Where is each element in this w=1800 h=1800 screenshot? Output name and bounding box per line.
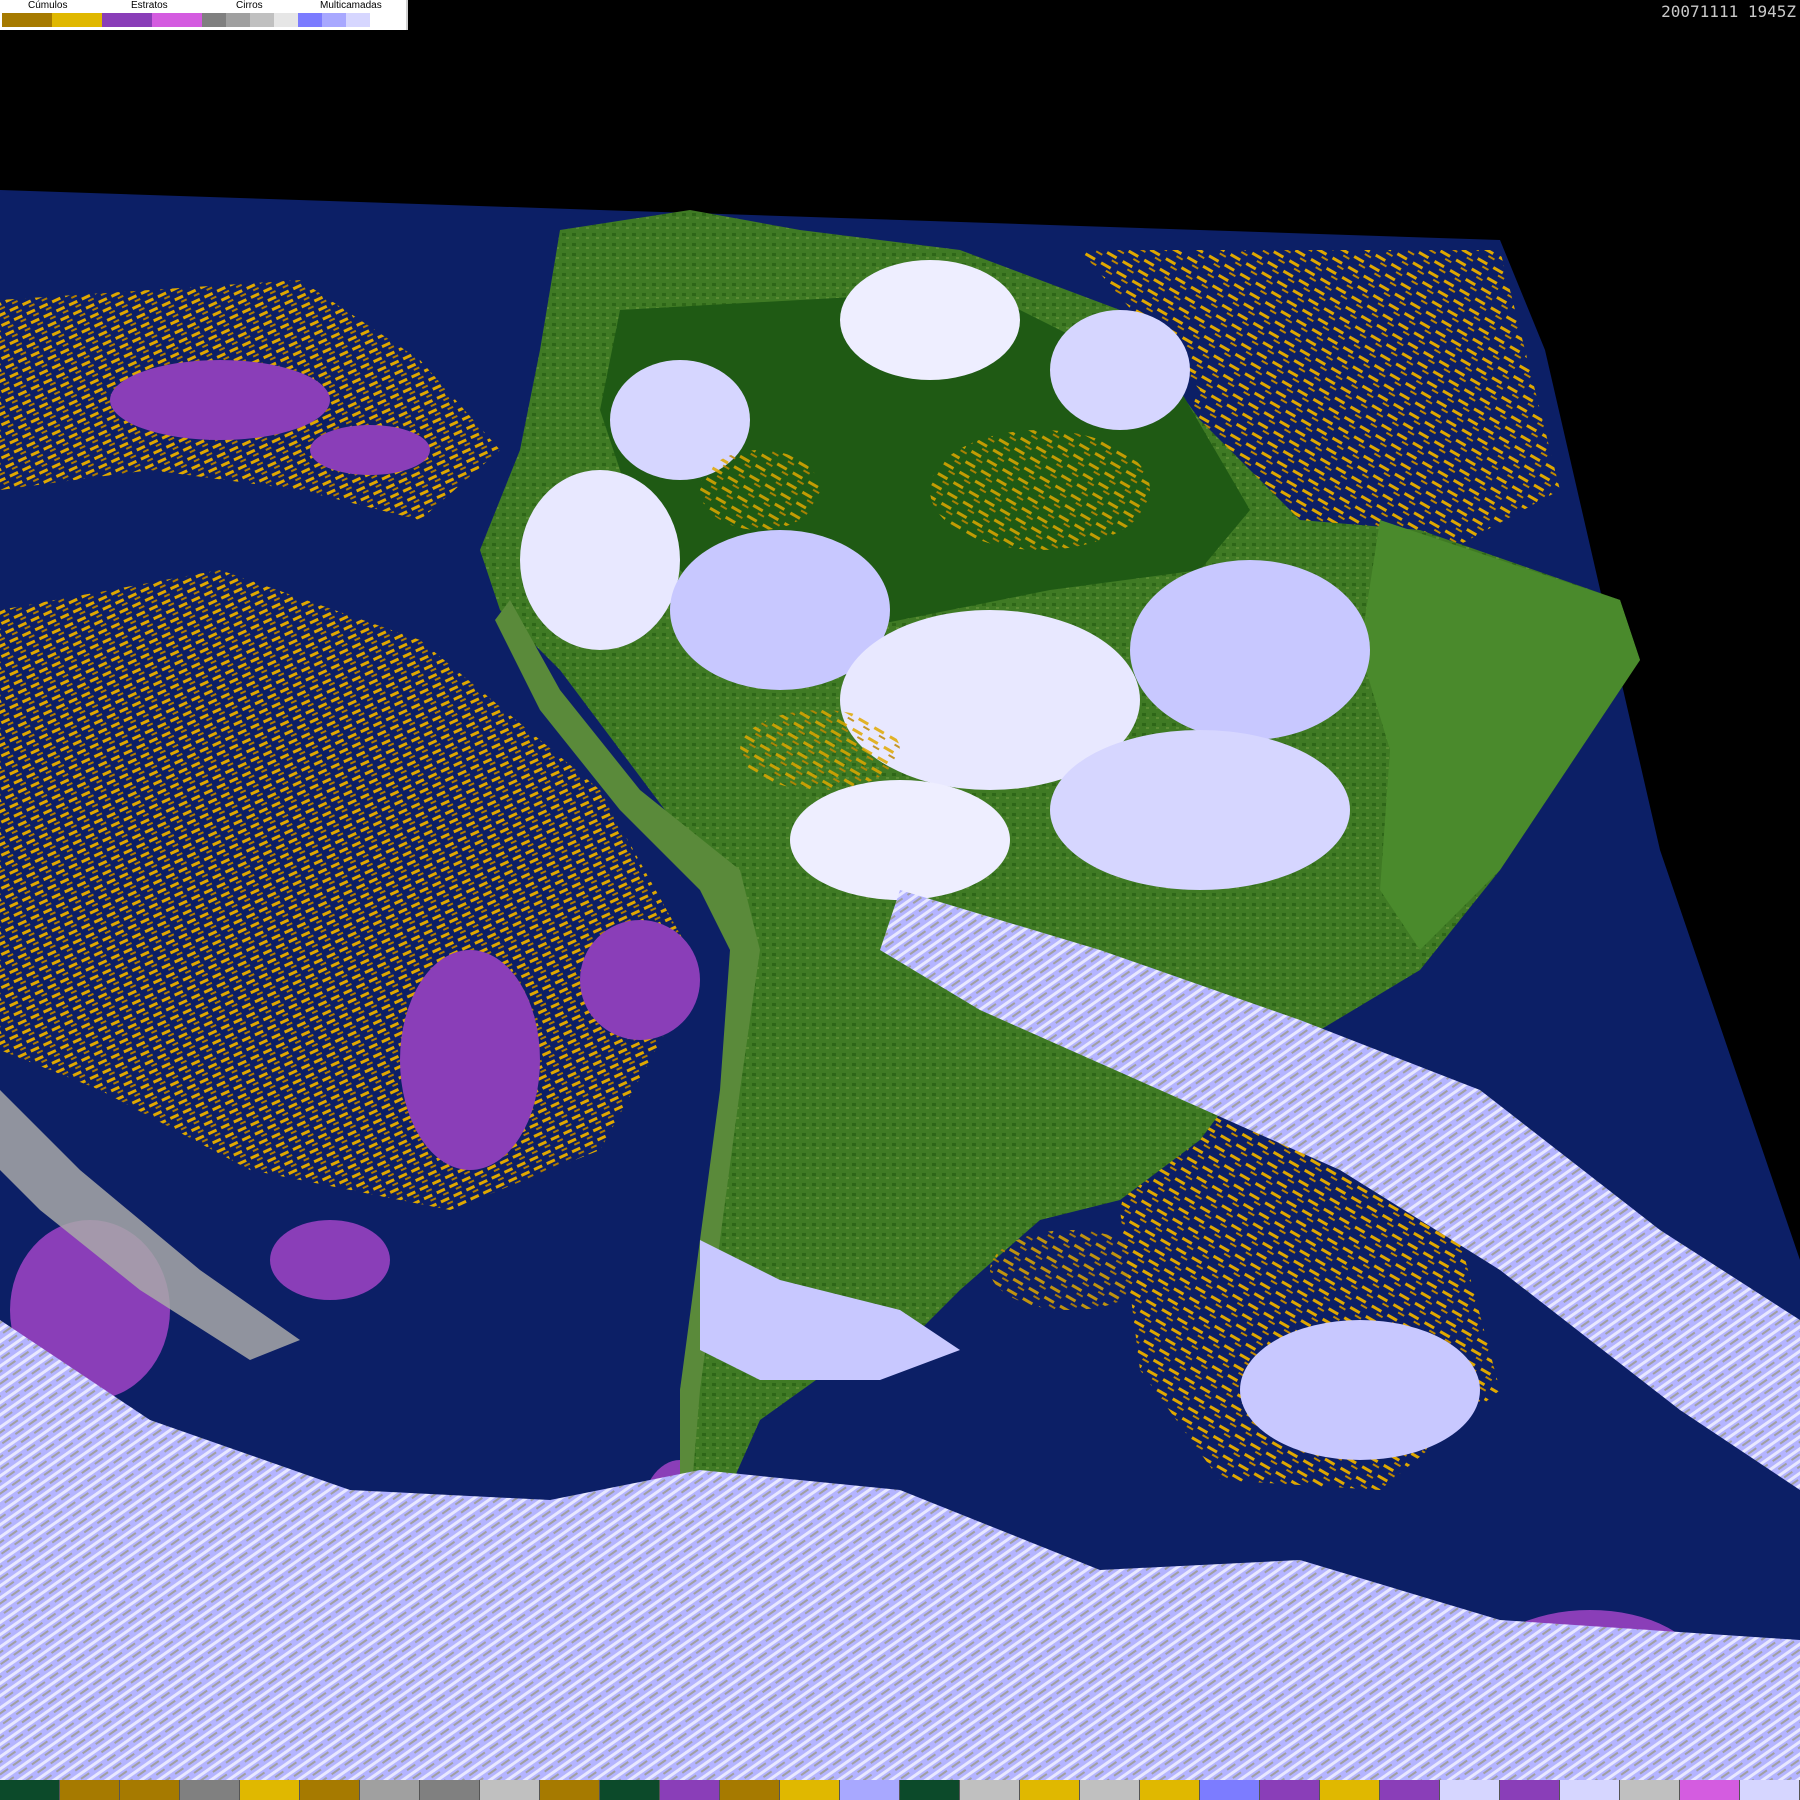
south-atlantic-low-cloud [1240,1320,1480,1460]
legend-label-cirros: Cirros [236,0,263,11]
legend-swatch [298,13,322,27]
bottom-bar-cell [480,1780,540,1800]
bottom-bar-cell [60,1780,120,1800]
bottom-bar-cell [1260,1780,1320,1800]
legend-swatch [250,13,274,27]
bottom-bar-cell [1020,1780,1080,1800]
bottom-bar-cell [720,1780,780,1800]
bottom-bar-cell [960,1780,1020,1800]
bottom-bar-cell [1380,1780,1440,1800]
bottom-bar-cell [1080,1780,1140,1800]
legend-swatch [274,13,298,27]
bottom-bar-cell [1740,1780,1800,1800]
bottom-bar-cell [420,1780,480,1800]
legend-swatch [346,13,370,27]
bottom-color-bar [0,1780,1800,1800]
bottom-bar-cell [120,1780,180,1800]
legend-swatch [2,13,52,27]
legend-swatch [322,13,346,27]
bottom-bar-cell [1500,1780,1560,1800]
bottom-bar-cell [1200,1780,1260,1800]
bottom-bar-cell [1680,1780,1740,1800]
legend-label-cumulos: Cúmulos [28,0,68,11]
bottom-bar-cell [0,1780,60,1800]
legend-swatch [226,13,250,27]
image-timestamp: 20071111 1945Z [1661,2,1796,21]
bottom-bar-cell [180,1780,240,1800]
legend-swatches [2,13,370,27]
bottom-bar-cell [840,1780,900,1800]
cloud-type-legend: Cúmulos Estratos Cirros Multicamadas [0,0,408,30]
bottom-bar-cell [780,1780,840,1800]
bottom-bar-cell [1560,1780,1620,1800]
bottom-bar-cell [1620,1780,1680,1800]
bottom-bar-cell [900,1780,960,1800]
legend-swatch [102,13,152,27]
legend-label-estratos: Estratos [131,0,168,11]
legend-swatch [202,13,226,27]
bottom-bar-cell [1440,1780,1500,1800]
bottom-bar-cell [1320,1780,1380,1800]
satellite-cloud-image [0,190,1800,1780]
bottom-bar-cell [540,1780,600,1800]
legend-labels: Cúmulos Estratos Cirros Multicamadas [0,0,406,12]
bottom-bar-cell [240,1780,300,1800]
bottom-bar-cell [300,1780,360,1800]
legend-swatch [152,13,202,27]
bottom-bar-cell [660,1780,720,1800]
legend-swatch [52,13,102,27]
bottom-bar-cell [600,1780,660,1800]
bottom-bar-cell [360,1780,420,1800]
bottom-bar-cell [1140,1780,1200,1800]
legend-label-multicamadas: Multicamadas [320,0,382,11]
